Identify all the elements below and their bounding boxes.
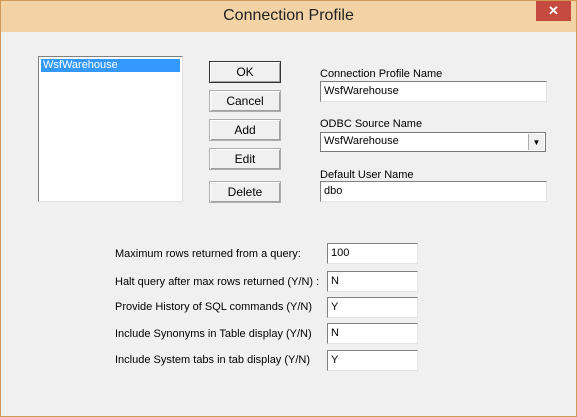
close-icon: ✕ — [548, 3, 559, 18]
connection-profile-dialog: Connection Profile ✕ WsfWarehouse OK Can… — [0, 0, 577, 417]
sql-history-input[interactable]: Y — [327, 297, 418, 318]
cancel-button[interactable]: Cancel — [209, 90, 281, 112]
synonyms-input[interactable]: N — [327, 323, 418, 344]
system-tabs-label: Include System tabs in tab display (Y/N) — [115, 354, 311, 366]
synonyms-label: Include Synonyms in Table display (Y/N) — [115, 328, 312, 340]
sql-history-label: Provide History of SQL commands (Y/N) — [115, 301, 313, 313]
system-tabs-input[interactable]: Y — [327, 350, 418, 371]
odbc-source-label: ODBC Source Name — [320, 118, 423, 130]
halt-query-input[interactable]: N — [327, 271, 418, 292]
default-user-input[interactable]: dbo — [320, 181, 547, 202]
odbc-source-select[interactable]: WsfWarehouse ▼ — [320, 132, 546, 152]
profile-name-label: Connection Profile Name — [320, 68, 443, 80]
title-bar[interactable]: Connection Profile ✕ — [1, 1, 576, 32]
close-button[interactable]: ✕ — [536, 1, 571, 21]
max-rows-label: Maximum rows returned from a query: — [115, 248, 301, 260]
window-title: Connection Profile — [223, 7, 354, 24]
odbc-source-value: WsfWarehouse — [324, 135, 399, 147]
profile-name-input[interactable]: WsfWarehouse — [320, 81, 547, 102]
profile-listbox[interactable]: WsfWarehouse — [38, 56, 183, 202]
delete-button[interactable]: Delete — [209, 181, 281, 203]
add-button[interactable]: Add — [209, 119, 281, 141]
list-item-selected[interactable]: WsfWarehouse — [41, 59, 180, 72]
ok-button[interactable]: OK — [209, 61, 281, 83]
edit-button[interactable]: Edit — [209, 148, 281, 170]
dialog-client-area: WsfWarehouse OK Cancel Add Edit Delete C… — [8, 32, 569, 412]
default-user-label: Default User Name — [320, 169, 414, 181]
halt-query-label: Halt query after max rows returned (Y/N)… — [115, 276, 320, 288]
max-rows-input[interactable]: 100 — [327, 243, 418, 264]
chevron-down-icon[interactable]: ▼ — [528, 134, 544, 150]
